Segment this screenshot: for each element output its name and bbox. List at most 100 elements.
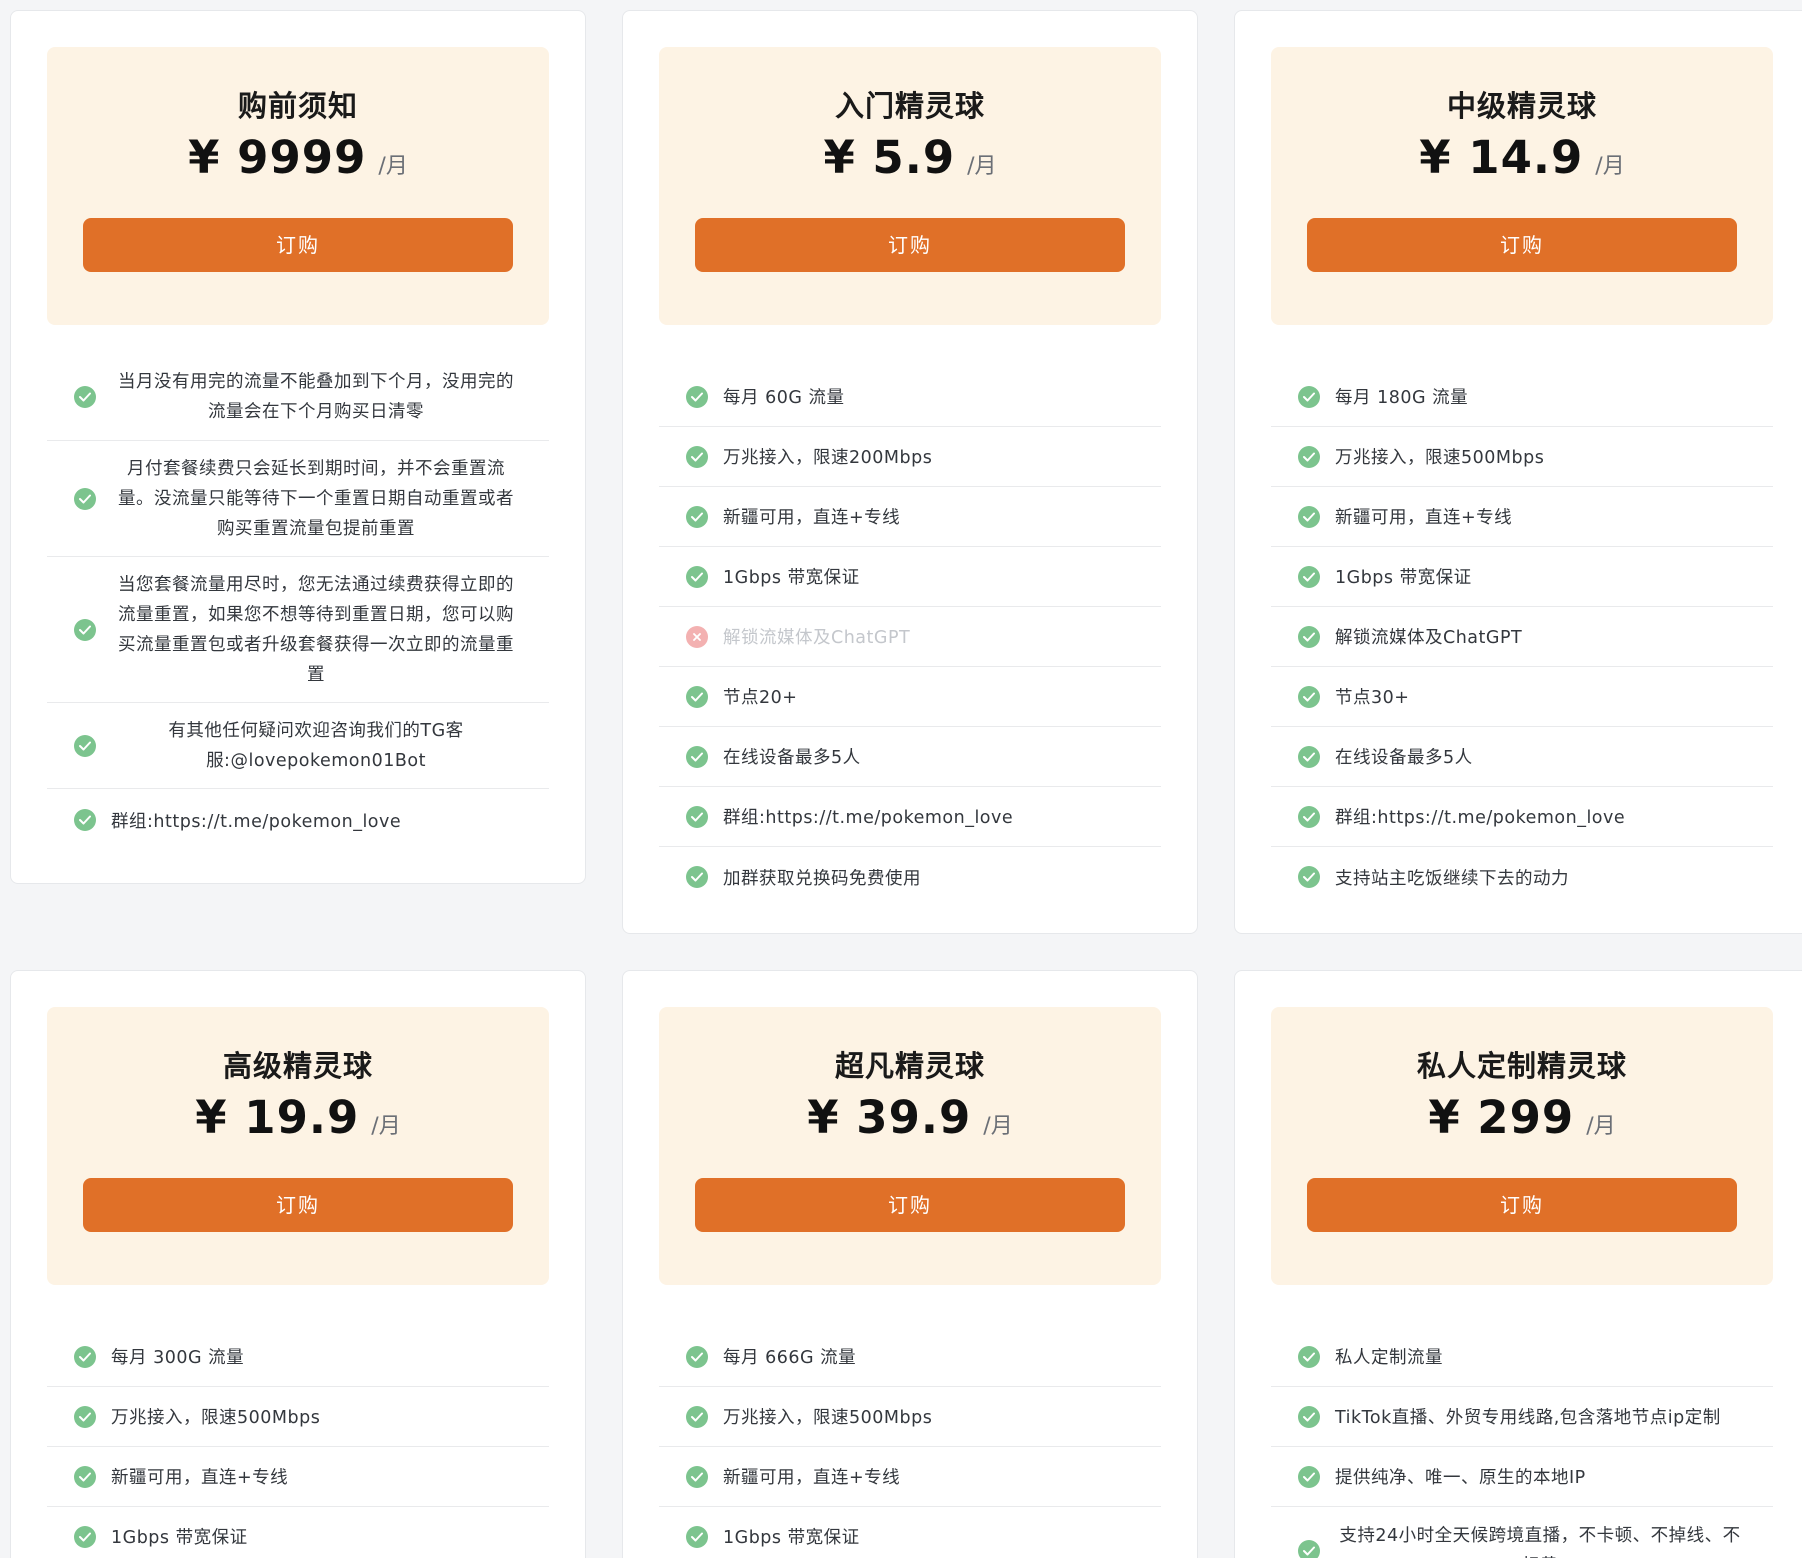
feature-list: 私人定制流量 TikTok直播、外贸专用线路,包含落地节点ip定制 提供纯净、唯…: [1271, 1327, 1773, 1558]
feature-item: 节点20+: [659, 667, 1161, 727]
check-circle-icon: [1298, 1345, 1320, 1368]
check-circle-icon: [1298, 805, 1320, 828]
plan-header: 超凡精灵球 ¥ 39.9/月 订购: [659, 1007, 1161, 1285]
order-button[interactable]: 订购: [695, 218, 1125, 272]
price-value: ¥ 19.9: [195, 1091, 360, 1144]
feature-text: 在线设备最多5人: [723, 748, 861, 768]
feature-list: 每月 60G 流量 万兆接入，限速200Mbps 新疆可用，直连+专线 1Gbp…: [659, 367, 1161, 907]
order-button[interactable]: 订购: [83, 1178, 513, 1232]
price-value: ¥ 9999: [188, 131, 367, 184]
check-circle-icon: [1298, 1465, 1320, 1488]
feature-item: 万兆接入，限速500Mbps: [47, 1387, 549, 1447]
plan-price: ¥ 5.9/月: [659, 131, 1161, 184]
check-circle-icon: [1298, 745, 1320, 768]
price-value: ¥ 299: [1428, 1091, 1575, 1144]
check-circle-icon: [1298, 1539, 1320, 1558]
check-circle-icon: [74, 809, 96, 831]
plan-price: ¥ 14.9/月: [1271, 131, 1773, 184]
feature-item: 解锁流媒体及ChatGPT: [1271, 607, 1773, 667]
cross-circle-icon: [686, 625, 708, 648]
check-circle-icon: [686, 1465, 708, 1488]
feature-text: 群组:https://t.me/pokemon_love: [1335, 808, 1626, 828]
check-circle-icon: [686, 745, 708, 768]
feature-item: 每月 666G 流量: [659, 1327, 1161, 1387]
check-circle-icon: [1298, 625, 1320, 648]
feature-text: 1Gbps 带宽保证: [723, 568, 860, 588]
price-value: ¥ 39.9: [807, 1091, 972, 1144]
check-circle-icon: [1298, 565, 1320, 588]
check-circle-icon: [686, 805, 708, 828]
plan-header: 中级精灵球 ¥ 14.9/月 订购: [1271, 47, 1773, 325]
feature-item: 群组:https://t.me/pokemon_love: [659, 787, 1161, 847]
feature-item: 有其他任何疑问欢迎咨询我们的TG客服:@lovepokemon01Bot: [47, 703, 549, 789]
feature-text: 1Gbps 带宽保证: [111, 1528, 248, 1548]
feature-item: 提供纯净、唯一、原生的本地IP: [1271, 1447, 1773, 1507]
check-circle-icon: [686, 1405, 708, 1428]
check-circle-icon: [1298, 385, 1320, 408]
order-button[interactable]: 订购: [1307, 218, 1737, 272]
feature-item: 当月没有用完的流量不能叠加到下个月，没用完的流量会在下个月购买日清零: [47, 353, 549, 441]
check-circle-icon: [686, 445, 708, 468]
feature-text: 1Gbps 带宽保证: [1335, 568, 1472, 588]
feature-item: 1Gbps 带宽保证: [47, 1507, 549, 1558]
feature-text: 月付套餐续费只会延长到期时间，并不会重置流量。没流量只能等待下一个重置日期自动重…: [118, 458, 514, 539]
feature-item: 新疆可用，直连+专线: [659, 1447, 1161, 1507]
check-circle-icon: [686, 385, 708, 408]
price-unit: /月: [983, 1114, 1013, 1139]
check-circle-icon: [74, 1465, 96, 1488]
order-button[interactable]: 订购: [695, 1178, 1125, 1232]
check-circle-icon: [74, 385, 96, 408]
feature-text: 当您套餐流量用尽时，您无法通过续费获得立即的流量重置，如果您不想等待到重置日期，…: [118, 574, 514, 685]
plan-header: 高级精灵球 ¥ 19.9/月 订购: [47, 1007, 549, 1285]
feature-list: 当月没有用完的流量不能叠加到下个月，没用完的流量会在下个月购买日清零 月付套餐续…: [47, 353, 549, 851]
check-circle-icon: [686, 685, 708, 708]
feature-item: 每月 60G 流量: [659, 367, 1161, 427]
plan-card-starter: 入门精灵球 ¥ 5.9/月 订购 每月 60G 流量 万兆接入，限速200Mbp…: [622, 10, 1198, 934]
feature-item: 支持站主吃饭继续下去的动力: [1271, 847, 1773, 907]
check-circle-icon: [686, 1345, 708, 1368]
check-circle-icon: [74, 618, 96, 641]
feature-text: 新疆可用，直连+专线: [723, 508, 901, 528]
check-circle-icon: [74, 1525, 96, 1548]
plan-card-notice: 购前须知 ¥ 9999/月 订购 当月没有用完的流量不能叠加到下个月，没用完的流…: [10, 10, 586, 884]
feature-text: 加群获取兑换码免费使用: [723, 868, 921, 889]
feature-text: 每月 666G 流量: [723, 1348, 857, 1368]
plan-title: 入门精灵球: [834, 89, 985, 123]
order-button[interactable]: 订购: [1307, 1178, 1737, 1232]
feature-text: 提供纯净、唯一、原生的本地IP: [1335, 1468, 1586, 1488]
plan-header: 私人定制精灵球 ¥ 299/月 订购: [1271, 1007, 1773, 1285]
plan-title: 购前须知: [237, 89, 358, 123]
feature-item: 加群获取兑换码免费使用: [659, 847, 1161, 907]
feature-text: TikTok直播、外贸专用线路,包含落地节点ip定制: [1335, 1408, 1721, 1428]
feature-list: 每月 300G 流量 万兆接入，限速500Mbps 新疆可用，直连+专线 1Gb…: [47, 1327, 549, 1558]
feature-item: TikTok直播、外贸专用线路,包含落地节点ip定制: [1271, 1387, 1773, 1447]
feature-text: 节点30+: [1335, 688, 1410, 708]
plans-grid: 购前须知 ¥ 9999/月 订购 当月没有用完的流量不能叠加到下个月，没用完的流…: [0, 0, 1802, 1558]
check-circle-icon: [686, 866, 708, 888]
check-circle-icon: [1298, 866, 1320, 888]
feature-item: 月付套餐续费只会延长到期时间，并不会重置流量。没流量只能等待下一个重置日期自动重…: [47, 441, 549, 557]
feature-text: 群组:https://t.me/pokemon_love: [723, 808, 1014, 828]
price-unit: /月: [371, 1114, 401, 1139]
feature-item: 每月 180G 流量: [1271, 367, 1773, 427]
check-circle-icon: [74, 734, 96, 757]
feature-text: 1Gbps 带宽保证: [723, 1528, 860, 1548]
plan-card-custom: 私人定制精灵球 ¥ 299/月 订购 私人定制流量 TikTok直播、外贸专用线…: [1234, 970, 1802, 1558]
feature-text: 有其他任何疑问欢迎咨询我们的TG客服:@lovepokemon01Bot: [168, 720, 464, 771]
order-button[interactable]: 订购: [83, 218, 513, 272]
check-circle-icon: [74, 1405, 96, 1428]
check-circle-icon: [1298, 505, 1320, 528]
plan-card-advanced: 高级精灵球 ¥ 19.9/月 订购 每月 300G 流量 万兆接入，限速500M…: [10, 970, 586, 1558]
feature-item: 万兆接入，限速500Mbps: [1271, 427, 1773, 487]
plan-title: 超凡精灵球: [834, 1049, 985, 1083]
plan-title: 高级精灵球: [222, 1049, 373, 1083]
feature-item: 新疆可用，直连+专线: [47, 1447, 549, 1507]
check-circle-icon: [686, 505, 708, 528]
feature-text: 每月 60G 流量: [723, 388, 845, 408]
price-value: ¥ 5.9: [823, 131, 956, 184]
plan-price: ¥ 299/月: [1271, 1091, 1773, 1144]
plan-card-intermediate: 中级精灵球 ¥ 14.9/月 订购 每月 180G 流量 万兆接入，限速500M…: [1234, 10, 1802, 934]
feature-item: 私人定制流量: [1271, 1327, 1773, 1387]
feature-text: 节点20+: [723, 688, 798, 708]
feature-item: 每月 300G 流量: [47, 1327, 549, 1387]
